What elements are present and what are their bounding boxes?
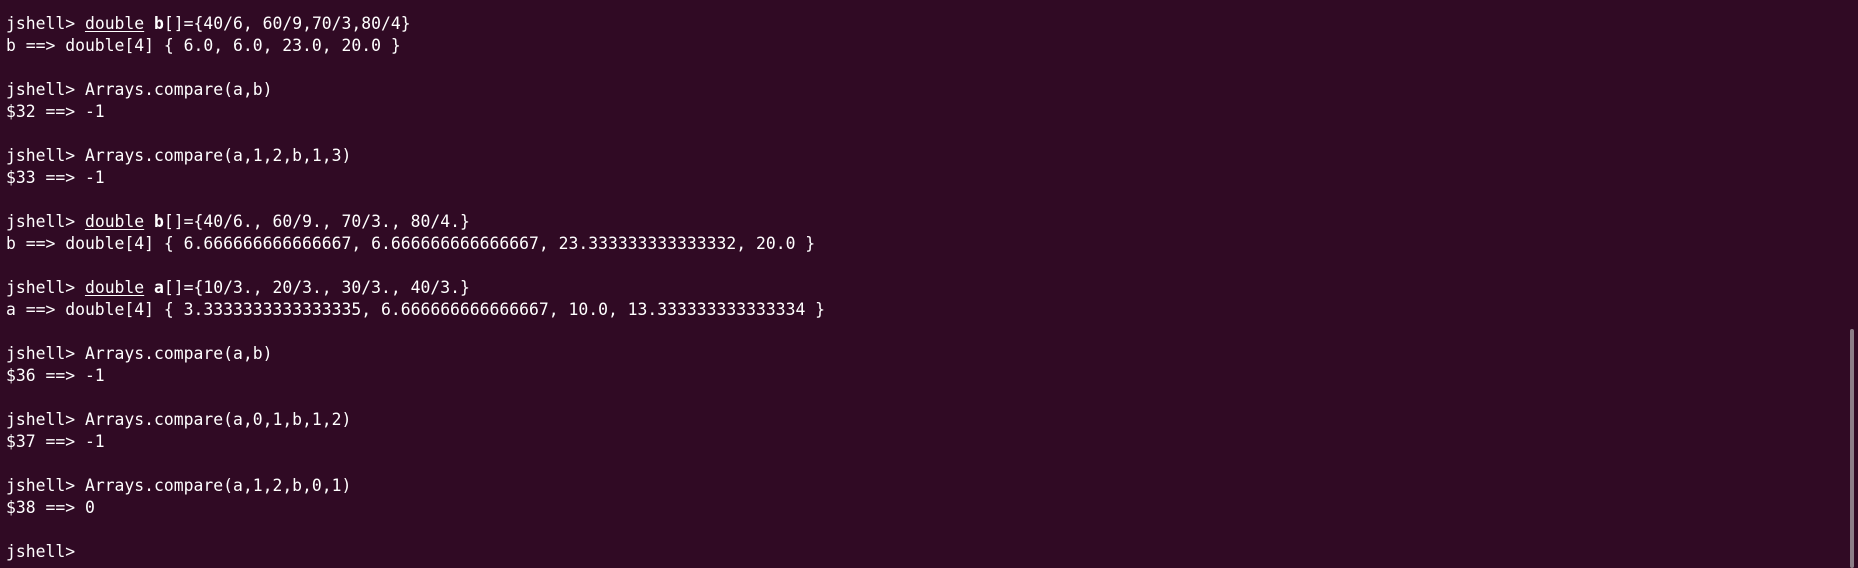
identifier: b [154, 212, 164, 231]
keyword: double [84, 212, 145, 231]
output-line: $37 ==> -1 [6, 432, 105, 451]
output-line: $33 ==> -1 [6, 168, 105, 187]
command-text: []={10/3., 20/3., 30/3., 40/3.} [163, 278, 470, 297]
terminal-window[interactable]: jshell> double b[]={40/6, 60/9,70/3,80/4… [0, 0, 1858, 568]
prompt: jshell> [6, 212, 85, 231]
command-text: Arrays.compare(a,b) [84, 344, 273, 363]
command-line: jshell> double b[]={40/6., 60/9., 70/3.,… [6, 211, 1858, 233]
keyword: double [84, 278, 145, 297]
command-text: []={40/6, 60/9,70/3,80/4} [163, 14, 411, 33]
prompt: jshell> [6, 476, 85, 495]
command-line: jshell> double a[]={10/3., 20/3., 30/3.,… [6, 277, 1858, 299]
output-line: $36 ==> -1 [6, 366, 105, 385]
command-text: Arrays.compare(a,0,1,b,1,2) [84, 410, 352, 429]
prompt: jshell> [6, 14, 85, 33]
prompt: jshell> [6, 80, 85, 99]
terminal-output: jshell> double b[]={40/6, 60/9,70/3,80/4… [6, 13, 1858, 563]
output-line: $38 ==> 0 [6, 498, 95, 517]
command-line: jshell> double b[]={40/6, 60/9,70/3,80/4… [6, 13, 1858, 35]
prompt: jshell> [6, 344, 85, 363]
prompt-line[interactable]: jshell> [6, 541, 1858, 563]
command-text: Arrays.compare(a,1,2,b,0,1) [84, 476, 352, 495]
prompt: jshell> [6, 410, 85, 429]
command-line: jshell> Arrays.compare(a,0,1,b,1,2) [6, 409, 1858, 431]
command-text: Arrays.compare(a,b) [84, 80, 273, 99]
command-line: jshell> Arrays.compare(a,b) [6, 343, 1858, 365]
keyword: double [84, 14, 145, 33]
output-line: b ==> double[4] { 6.666666666666667, 6.6… [6, 234, 816, 253]
output-line: a ==> double[4] { 3.3333333333333335, 6.… [6, 300, 826, 319]
command-text: []={40/6., 60/9., 70/3., 80/4.} [163, 212, 470, 231]
identifier: b [154, 14, 164, 33]
output-line: b ==> double[4] { 6.0, 6.0, 23.0, 20.0 } [6, 36, 401, 55]
output-line: $32 ==> -1 [6, 102, 105, 121]
command-text: Arrays.compare(a,1,2,b,1,3) [84, 146, 352, 165]
identifier: a [154, 278, 164, 297]
prompt: jshell> [6, 146, 85, 165]
command-line: jshell> Arrays.compare(a,1,2,b,0,1) [6, 475, 1858, 497]
prompt: jshell> [6, 278, 85, 297]
command-line: jshell> Arrays.compare(a,1,2,b,1,3) [6, 145, 1858, 167]
prompt: jshell> [6, 542, 85, 561]
command-line: jshell> Arrays.compare(a,b) [6, 79, 1858, 101]
scrollbar-thumb[interactable] [1850, 329, 1854, 568]
